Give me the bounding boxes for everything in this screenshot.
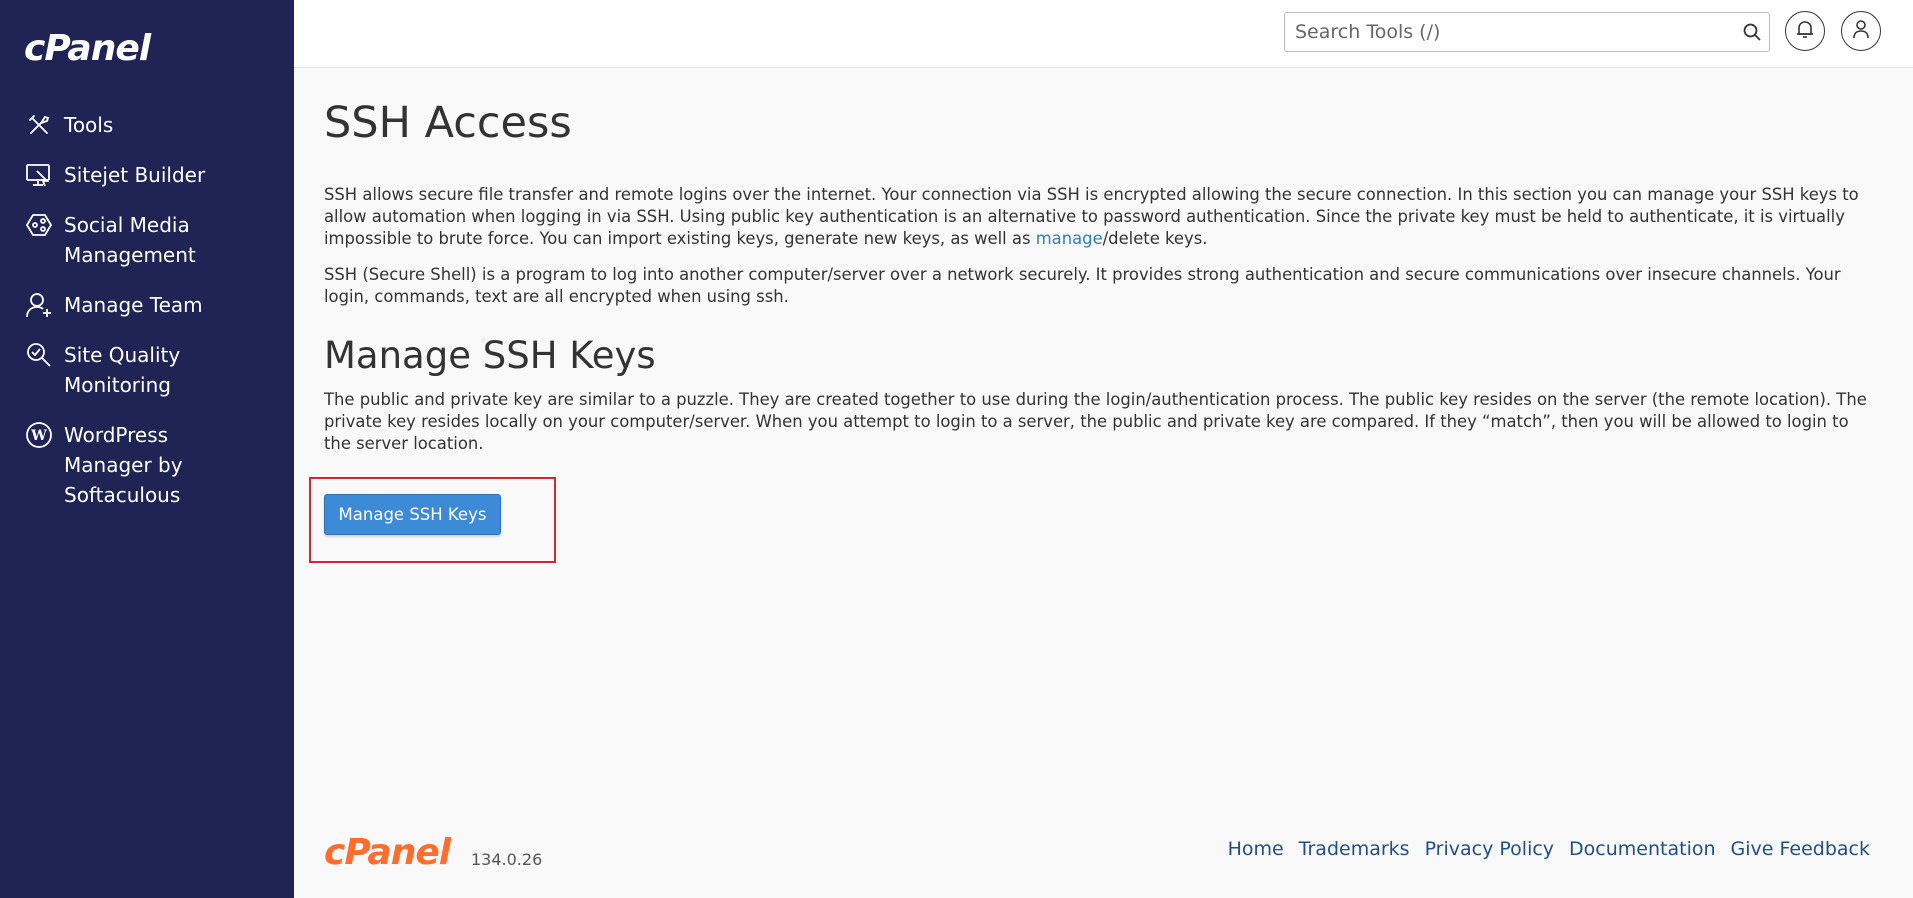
manage-link[interactable]: manage: [1036, 229, 1103, 248]
cpanel-logo[interactable]: cPanel: [24, 28, 151, 69]
manage-ssh-keys-button[interactable]: Manage SSH Keys: [324, 494, 501, 535]
user-icon: [1852, 19, 1870, 44]
version-text: 134.0.26: [471, 850, 543, 869]
footer-cpanel-logo: cPanel: [324, 832, 451, 873]
footer-link-home[interactable]: Home: [1228, 838, 1284, 860]
sidebar-item-sitejet[interactable]: Sitejet Builder: [0, 160, 294, 190]
wordpress-icon: W: [24, 420, 54, 450]
section-description: The public and private key are similar t…: [324, 390, 1867, 453]
intro-paragraph: SSH allows secure file transfer and remo…: [324, 184, 1872, 250]
footer-link-give-feedback[interactable]: Give Feedback: [1731, 838, 1870, 860]
section-title: Manage SSH Keys: [324, 334, 656, 377]
sidebar-item-label: Manage Team: [64, 293, 203, 317]
sidebar-item-manage-team[interactable]: Manage Team: [0, 290, 294, 320]
sidebar-nav: Tools Sitejet Builder Social Media Manag…: [0, 110, 294, 530]
search-box: [1284, 12, 1770, 52]
sidebar-item-label: WordPress Manager by Softaculous: [64, 423, 183, 507]
tools-icon: [24, 110, 54, 140]
svg-text:W: W: [30, 428, 47, 444]
sidebar-item-wordpress[interactable]: W WordPress Manager by Softaculous: [0, 420, 294, 510]
sidebar-item-label: Site Quality Monitoring: [64, 343, 181, 397]
footer-link-documentation[interactable]: Documentation: [1569, 838, 1715, 860]
top-bar: [294, 0, 1913, 68]
sidebar-item-social-media[interactable]: Social Media Management: [0, 210, 294, 270]
sitejet-icon: [24, 160, 54, 190]
sidebar: cPanel Tools Sitejet Builder Social Medi…: [0, 0, 294, 898]
footer-links: Home Trademarks Privacy Policy Documenta…: [1228, 838, 1870, 860]
ssh-description: SSH (Secure Shell) is a program to log i…: [324, 265, 1841, 306]
search-icon[interactable]: [1735, 14, 1769, 50]
site-quality-icon: [24, 340, 54, 370]
sidebar-item-label: Sitejet Builder: [64, 163, 206, 187]
social-media-icon: [24, 210, 54, 240]
sidebar-item-label: Tools: [64, 113, 114, 137]
user-menu-button[interactable]: [1841, 11, 1881, 51]
search-input[interactable]: [1285, 14, 1735, 50]
manage-team-icon: [24, 290, 54, 320]
sidebar-item-site-quality[interactable]: Site Quality Monitoring: [0, 340, 294, 400]
page-title: SSH Access: [324, 98, 572, 148]
intro-text-end: /delete keys.: [1102, 229, 1208, 248]
footer-link-trademarks[interactable]: Trademarks: [1299, 838, 1410, 860]
sidebar-item-tools[interactable]: Tools: [0, 110, 294, 140]
bell-icon: [1796, 19, 1814, 44]
notifications-button[interactable]: [1785, 11, 1825, 51]
footer-link-privacy-policy[interactable]: Privacy Policy: [1425, 838, 1554, 860]
sidebar-item-label: Social Media Management: [64, 213, 196, 267]
